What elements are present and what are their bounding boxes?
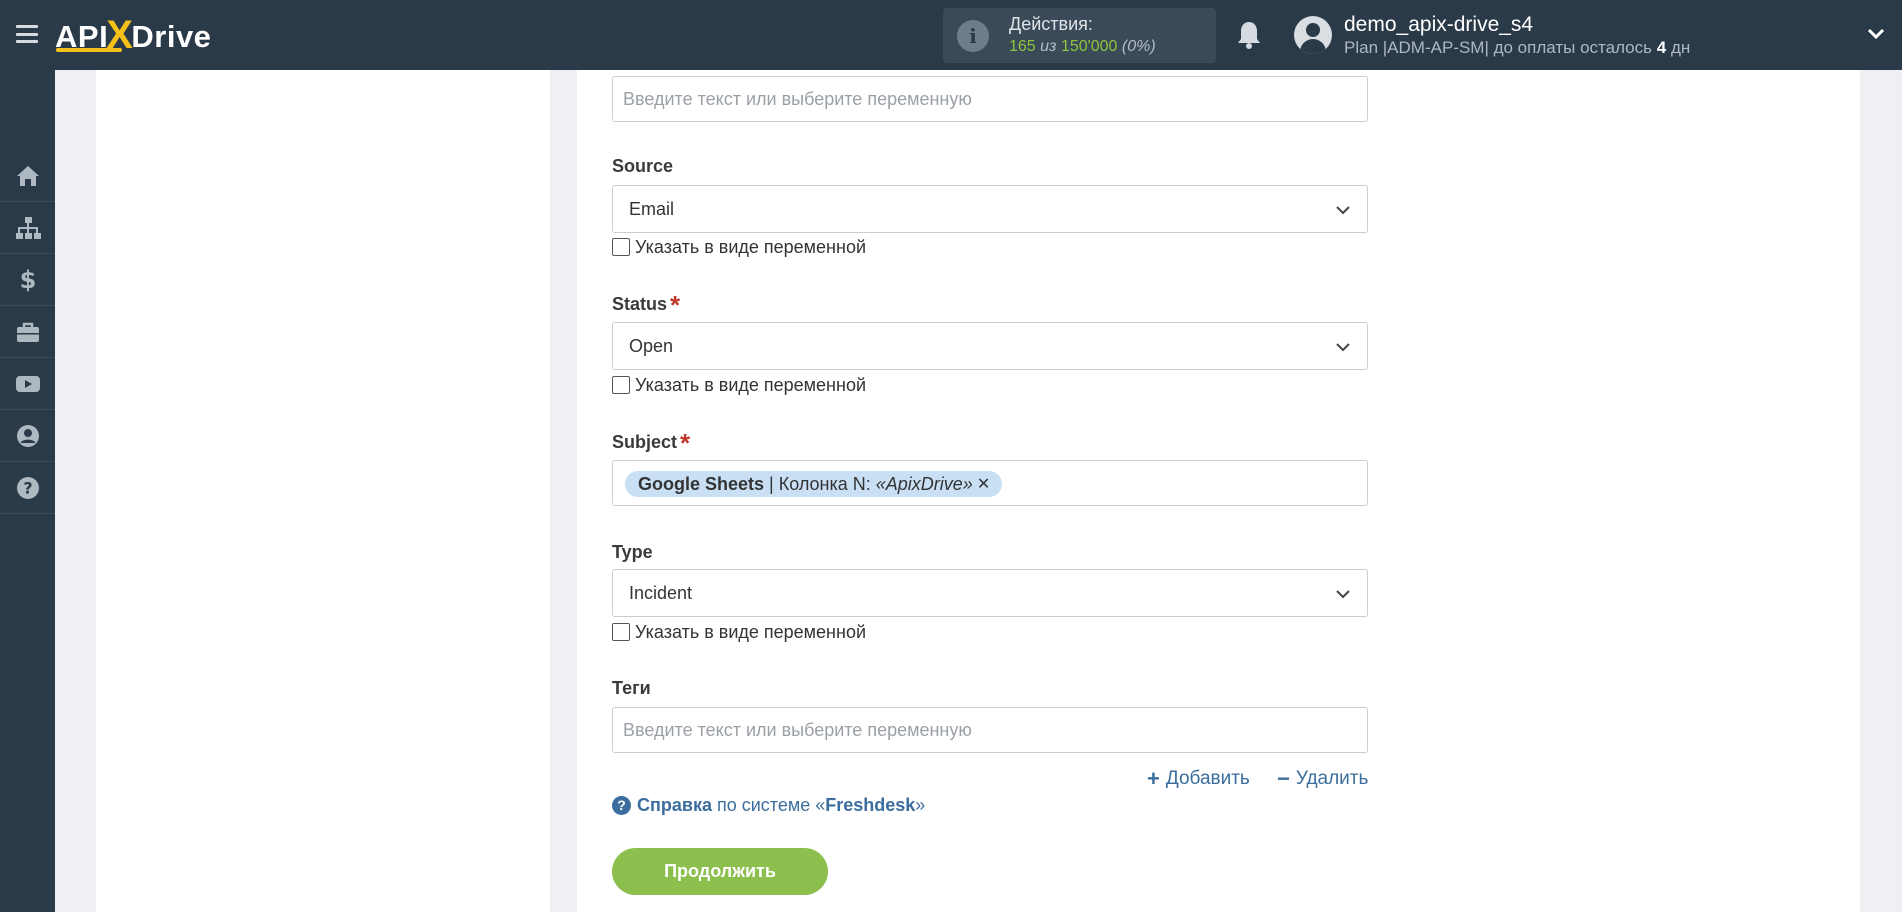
top-bar: APIXDrive i Действия: 165 из 150'000 (0%… <box>0 0 1902 70</box>
chevron-down-icon <box>1336 343 1350 352</box>
close-icon[interactable]: ✕ <box>977 474 990 494</box>
type-label: Type <box>612 542 653 562</box>
briefcase-icon <box>16 322 39 342</box>
avatar[interactable] <box>1294 16 1332 54</box>
required-mark: * <box>670 290 681 320</box>
type-select[interactable]: Incident <box>612 569 1368 617</box>
dollar-icon: $ <box>19 267 36 293</box>
user-name[interactable]: demo_apix-drive_s4 <box>1344 13 1533 37</box>
variable-tag: Google Sheets | Колонка N: «ApixDrive» ✕ <box>625 471 1003 497</box>
logo-drive: Drive <box>131 19 212 54</box>
field-input[interactable] <box>612 76 1368 122</box>
minus-icon: − <box>1277 766 1290 791</box>
type-variable-option[interactable]: Указать в виде переменной <box>612 621 866 643</box>
help-link[interactable]: ? Справка по системе «Freshdesk» <box>612 795 925 816</box>
remove-button[interactable]: − Удалить <box>1277 766 1368 792</box>
sitemap-icon <box>15 216 41 239</box>
actions-title: Действия: <box>1009 14 1093 34</box>
status-value: Open <box>629 336 674 356</box>
subject-input[interactable]: Google Sheets | Колонка N: «ApixDrive» ✕ <box>612 460 1368 506</box>
sidebar-item-help[interactable]: ? <box>0 462 55 514</box>
user-circle-icon <box>16 424 39 447</box>
source-value: Email <box>629 199 675 219</box>
status-variable-option[interactable]: Указать в виде переменной <box>612 374 866 396</box>
info-icon: i <box>957 20 989 52</box>
bell-icon[interactable] <box>1236 20 1262 50</box>
tags-label: Теги <box>612 678 651 698</box>
svg-text:$: $ <box>19 267 36 293</box>
source-select[interactable]: Email <box>612 185 1368 233</box>
status-label: Status * <box>612 290 681 320</box>
question-icon: ? <box>16 476 39 499</box>
question-icon: ? <box>612 796 631 815</box>
sidebar: $ ? <box>0 70 55 912</box>
sidebar-item-profile[interactable] <box>0 410 55 462</box>
left-panel <box>96 70 550 912</box>
add-button[interactable]: + Добавить <box>1147 766 1250 792</box>
status-select[interactable]: Open <box>612 322 1368 370</box>
plus-icon: + <box>1147 766 1160 791</box>
sidebar-item-connections[interactable] <box>0 202 55 254</box>
menu-icon[interactable] <box>16 25 38 43</box>
sidebar-item-billing[interactable]: $ <box>0 254 55 306</box>
source-variable-label: Указать в виде переменной <box>635 236 867 257</box>
source-variable-checkbox[interactable] <box>612 238 630 256</box>
type-variable-checkbox[interactable] <box>612 623 630 641</box>
source-variable-option[interactable]: Указать в виде переменной <box>612 236 866 258</box>
logo[interactable]: APIXDrive <box>55 12 212 57</box>
sidebar-item-home[interactable] <box>0 150 55 202</box>
chevron-down-icon[interactable] <box>1866 26 1886 42</box>
sidebar-item-services[interactable] <box>0 306 55 358</box>
svg-text:?: ? <box>23 478 32 497</box>
tags-input[interactable] <box>612 707 1368 753</box>
type-value: Incident <box>629 583 693 603</box>
sidebar-item-video[interactable] <box>0 358 55 410</box>
chevron-down-icon <box>1336 590 1350 599</box>
subject-label: Subject * <box>612 428 691 458</box>
status-variable-label: Указать в виде переменной <box>635 374 867 395</box>
continue-button[interactable]: Продолжить <box>612 848 828 895</box>
youtube-icon <box>15 375 40 392</box>
user-plan: Plan |ADM-AP-SM| до оплаты осталось 4 дн <box>1344 38 1691 57</box>
home-icon <box>16 165 39 186</box>
type-variable-label: Указать в виде переменной <box>635 621 867 642</box>
actions-count: 165 из 150'000 (0%) <box>1009 38 1156 55</box>
actions-counter[interactable]: i Действия: 165 из 150'000 (0%) <box>943 8 1216 63</box>
status-variable-checkbox[interactable] <box>612 376 630 394</box>
required-mark: * <box>680 428 691 458</box>
source-label: Source <box>612 156 674 176</box>
chevron-down-icon <box>1336 206 1350 215</box>
